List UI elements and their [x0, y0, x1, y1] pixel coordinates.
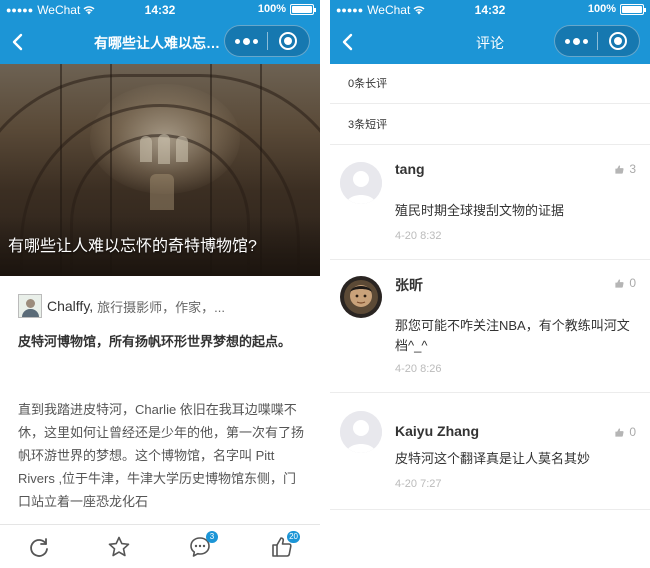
close-circle-icon[interactable] [268, 26, 309, 56]
comment-time: 4-20 7:27 [395, 478, 442, 490]
article-screen: ●●●●● WeChat 14:32 100% 有哪些让人难以忘怀... 有哪些… [0, 0, 320, 568]
more-dots-icon[interactable] [555, 26, 597, 56]
mini-program-capsule [224, 25, 310, 57]
comment-count-badge: 3 [206, 531, 218, 543]
status-bar: ●●●●● WeChat 14:32 100% [0, 0, 320, 20]
battery-icon [620, 3, 646, 15]
avatar [340, 162, 382, 204]
star-icon[interactable] [107, 535, 131, 559]
hero-image: 有哪些让人难以忘怀的奇特博物馆? [0, 64, 320, 276]
battery-percent: 100% [257, 3, 286, 15]
thumbs-up-icon [615, 427, 624, 437]
mini-program-capsule [554, 25, 640, 57]
comment-item[interactable]: Kaiyu Zhang 0 皮特河这个翻译真是让人莫名其妙 4-20 7:27 [330, 393, 650, 510]
author-avatar [18, 294, 42, 318]
battery-area: 100% [587, 3, 646, 15]
battery-icon [290, 3, 316, 15]
nav-bar: 评论 [330, 20, 650, 64]
comment-text: 那您可能不咋关注NBA，有个教练叫河文档^_^ [395, 318, 630, 353]
default-avatar-icon [340, 162, 382, 204]
short-comments-header[interactable]: 3条短评 [330, 105, 650, 145]
comment-text: 殖民时期全球搜刮文物的证据 [395, 203, 565, 218]
user-photo-avatar [340, 276, 382, 318]
like-count[interactable]: 3 [614, 162, 636, 176]
nav-bar: 有哪些让人难以忘怀... [0, 20, 320, 64]
commenter-name: tang [395, 161, 425, 177]
bottom-toolbar: 3 20 [0, 524, 320, 568]
like-number: 0 [629, 425, 636, 439]
thumbs-up-icon [615, 278, 624, 288]
like-count[interactable]: 0 [614, 425, 636, 439]
thumbs-up-icon [615, 164, 624, 174]
avatar [340, 411, 382, 453]
like-number: 3 [629, 162, 636, 176]
comment-text: 皮特河这个翻译真是让人莫名其妙 [395, 451, 591, 466]
comment-item[interactable]: tang 3 殖民时期全球搜刮文物的证据 4-20 8:32 [330, 146, 650, 260]
like-button[interactable]: 20 [270, 531, 300, 559]
article-lead: 皮特河博物馆，所有扬帆环形世界梦想的起点。 [18, 334, 292, 349]
battery-percent: 100% [587, 3, 616, 15]
battery-area: 100% [257, 3, 316, 15]
more-dots-icon[interactable] [225, 26, 267, 56]
long-comments-header[interactable]: 0条长评 [330, 64, 650, 104]
comment-time: 4-20 8:32 [395, 230, 442, 242]
close-circle-icon[interactable] [598, 26, 639, 56]
default-avatar-icon [340, 411, 382, 453]
article-title: 有哪些让人难以忘怀的奇特博物馆? [8, 238, 257, 255]
comments-screen: ●●●●● WeChat 14:32 100% 评论 0条长评 3条短评 tan… [330, 0, 650, 568]
article-body: 直到我踏进皮特河，Charlie 依旧在我耳边喋喋不休，这里如何让曾经还是少年的… [18, 402, 305, 509]
nav-title: 有哪些让人难以忘怀... [94, 35, 226, 51]
comment-item[interactable]: 张昕 0 那您可能不咋关注NBA，有个教练叫河文档^_^ 4-20 8:26 [330, 260, 650, 393]
like-number: 0 [629, 276, 636, 290]
back-arrow-icon[interactable] [10, 32, 26, 52]
like-count-badge: 20 [287, 531, 300, 543]
like-count[interactable]: 0 [614, 276, 636, 290]
commenter-name: 张昕 [395, 277, 423, 293]
author-name: Chalffy, [47, 298, 94, 314]
commenter-name: Kaiyu Zhang [395, 423, 480, 439]
author-bio: 旅行摄影师，作家，... [97, 299, 226, 315]
status-bar: ●●●●● WeChat 14:32 100% [330, 0, 650, 20]
author-row[interactable]: Chalffy, 旅行摄影师，作家，... [18, 294, 308, 318]
comment-time: 4-20 8:26 [395, 363, 442, 375]
comment-button[interactable]: 3 [188, 531, 218, 559]
avatar [340, 276, 382, 318]
refresh-icon[interactable] [27, 535, 51, 559]
